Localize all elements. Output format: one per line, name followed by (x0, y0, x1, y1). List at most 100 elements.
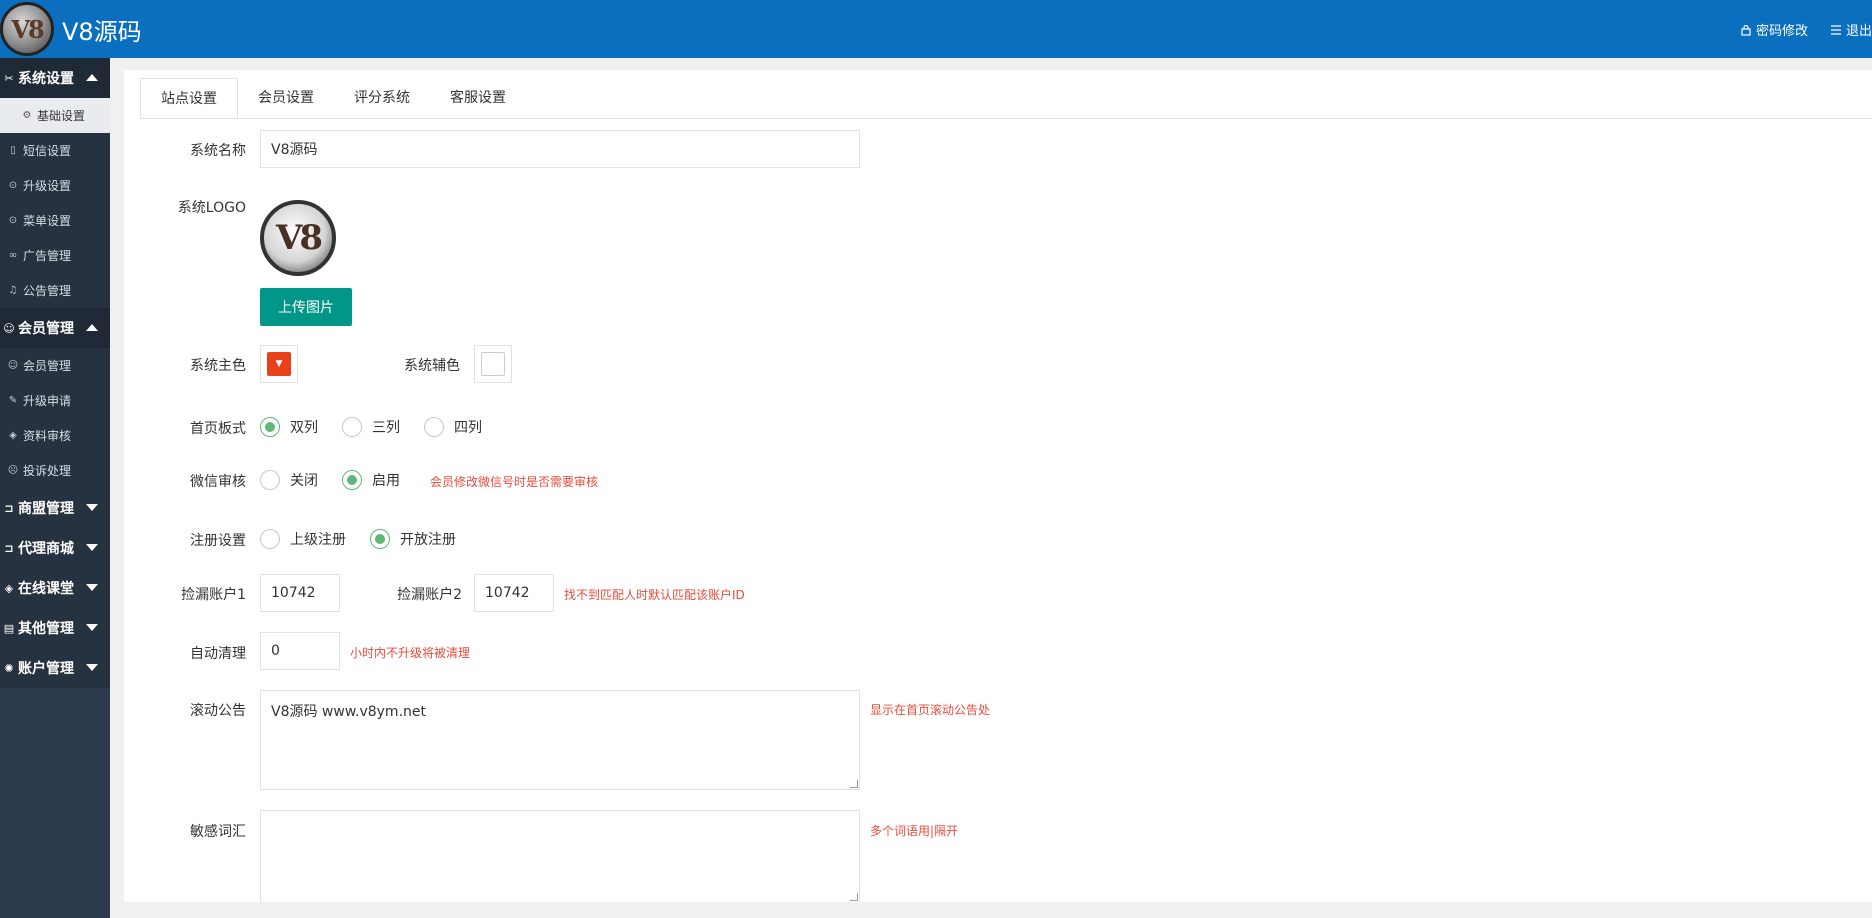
link-icon: ∞ (8, 250, 18, 261)
radio-unchecked (424, 417, 444, 437)
scroll-notice-hint: 显示在首页滚动公告处 (870, 703, 991, 717)
radio-unchecked (260, 529, 280, 549)
sidebar-item-upgrade-settings[interactable]: ⊙ 升级设置 (0, 168, 110, 203)
secondary-color-picker[interactable] (474, 345, 512, 383)
home-layout-radios: 双列 三列 四列 (260, 417, 506, 437)
system-logo-label: 系统LOGO (177, 200, 246, 216)
caret-down-icon (86, 624, 98, 631)
tab-customer-service[interactable]: 客服设置 (430, 78, 526, 119)
system-name-label: 系统名称 (190, 143, 246, 159)
wechat-review-hint: 会员修改微信号时是否需要审核 (430, 475, 599, 489)
cube-icon: ◈ (4, 581, 14, 595)
sidebar-group-other[interactable]: ▤ 其他管理 (0, 608, 110, 648)
sensitive-words-textarea[interactable] (260, 810, 860, 902)
cart-icon: ⊐ (4, 541, 14, 555)
scroll-notice-textarea[interactable]: V8源码 www.v8ym.net (260, 690, 860, 790)
caret-up-icon (86, 74, 98, 81)
shield-icon: ◈ (9, 430, 17, 441)
sidebar-item-notice-management[interactable]: ♫ 公告管理 (0, 273, 110, 308)
menu-icon (1830, 24, 1841, 35)
app-title: V8源码 (62, 18, 142, 46)
tab-divider (140, 118, 1872, 119)
sidebar-item-sms-settings[interactable]: ▯ 短信设置 (0, 133, 110, 168)
app-logo[interactable]: V8 (0, 2, 54, 56)
sidebar-item-profile-review[interactable]: ◈ 资料审核 (0, 418, 110, 453)
sidebar-group-account[interactable]: ✺ 账户管理 (0, 648, 110, 688)
sidebar-group-member-management[interactable]: ☺ 会员管理 (0, 308, 110, 348)
secondary-color-swatch (481, 352, 505, 376)
change-password-link[interactable]: 密码修改 (1740, 20, 1808, 39)
top-header: V8 V8源码 密码修改 退出 (0, 0, 1872, 58)
sensitive-words-label: 敏感词汇 (190, 824, 246, 840)
sidebar-item-members[interactable]: ☺ 会员管理 (0, 348, 110, 383)
radio-checked (260, 417, 280, 437)
resize-handle[interactable] (850, 893, 858, 901)
sidebar-group-system-settings[interactable]: ✂ 系统设置 (0, 58, 110, 98)
sidebar-item-upgrade-requests[interactable]: ✎ 升级申请 (0, 383, 110, 418)
tools-icon: ✂ (4, 71, 14, 85)
sidebar-group-agent-mall[interactable]: ⊐ 代理商城 (0, 528, 110, 568)
register-option-superior[interactable]: 上级注册 (260, 529, 346, 549)
phone-icon: ▯ (10, 145, 16, 156)
leak-account1-input[interactable]: 10742 (260, 574, 340, 612)
leak-account2-label: 捡漏账户2 (397, 587, 462, 603)
header-links: 密码修改 退出 (1740, 20, 1872, 39)
primary-color-swatch: ▼ (267, 352, 291, 376)
caret-up-icon (86, 324, 98, 331)
gear-icon: ✺ (4, 661, 14, 675)
primary-color-picker[interactable]: ▼ (260, 345, 298, 383)
sidebar-group-alliance[interactable]: ⊐ 商盟管理 (0, 488, 110, 528)
register-settings-label: 注册设置 (190, 533, 246, 549)
wechat-review-radios: 关闭 启用 (260, 470, 424, 490)
sidebar-item-basic-settings[interactable]: ⚙ 基础设置 (0, 98, 110, 133)
sidebar: ✂ 系统设置 ⚙ 基础设置 ▯ 短信设置 ⊙ 升级设置 ⊙ 菜单设置 ∞ 广告管理 ♫ 公告… (0, 58, 110, 918)
cart-icon: ⊐ (4, 501, 14, 515)
sidebar-item-complaints[interactable]: ☹ 投诉处理 (0, 453, 110, 488)
system-name-input[interactable]: V8源码 (260, 130, 860, 168)
scroll-notice-label: 滚动公告 (190, 703, 246, 719)
wechat-review-option-off[interactable]: 关闭 (260, 470, 318, 490)
bell-icon: ♫ (8, 285, 18, 296)
upgrade-icon: ⊙ (8, 180, 18, 191)
caret-down-icon (86, 584, 98, 591)
sidebar-item-menu-settings[interactable]: ⊙ 菜单设置 (0, 203, 110, 238)
users-icon: ☺ (3, 321, 15, 335)
tab-rating-system[interactable]: 评分系统 (334, 78, 430, 119)
logout-link[interactable]: 退出 (1830, 20, 1872, 39)
tab-bar: 站点设置 会员设置 评分系统 客服设置 (140, 78, 526, 119)
auto-clean-input[interactable]: 0 (260, 632, 340, 670)
caret-down-icon (86, 504, 98, 511)
settings-panel: 站点设置 会员设置 评分系统 客服设置 系统名称 V8源码 系统LOGO V8 … (124, 70, 1872, 902)
wechat-review-option-on[interactable]: 启用 (342, 470, 400, 490)
radio-checked (342, 470, 362, 490)
tab-member-settings[interactable]: 会员设置 (238, 78, 334, 119)
caret-down-icon (86, 544, 98, 551)
user-icon: ☺ (7, 360, 19, 371)
radio-unchecked (342, 417, 362, 437)
page-bottom-strip (110, 902, 1872, 918)
leak-account1-label: 捡漏账户1 (181, 587, 246, 603)
doc-icon: ▤ (3, 621, 15, 635)
leak-account2-input[interactable]: 10742 (474, 574, 554, 612)
upgrade-icon: ⊙ (8, 215, 18, 226)
register-option-open[interactable]: 开放注册 (370, 529, 456, 549)
gear-icon: ⚙ (22, 110, 32, 121)
caret-down-icon (86, 664, 98, 671)
leak-account-hint: 找不到匹配人时默认匹配该账户ID (564, 588, 745, 602)
tab-site-settings[interactable]: 站点设置 (140, 78, 238, 119)
home-layout-option-3col[interactable]: 三列 (342, 417, 400, 437)
auto-clean-hint: 小时内不升级将被清理 (350, 646, 471, 660)
home-layout-option-4col[interactable]: 四列 (424, 417, 482, 437)
home-layout-label: 首页板式 (190, 421, 246, 437)
primary-color-label: 系统主色 (190, 358, 246, 374)
system-logo-image: V8 (260, 200, 336, 276)
resize-handle[interactable] (850, 780, 858, 788)
sidebar-item-ad-management[interactable]: ∞ 广告管理 (0, 238, 110, 273)
register-settings-radios: 上级注册 开放注册 (260, 529, 480, 549)
sidebar-group-online-class[interactable]: ◈ 在线课堂 (0, 568, 110, 608)
secondary-color-label: 系统辅色 (404, 358, 460, 374)
upload-image-button[interactable]: 上传图片 (260, 288, 352, 326)
wechat-review-label: 微信审核 (190, 474, 246, 490)
face-icon: ☹ (7, 465, 19, 476)
home-layout-option-2col[interactable]: 双列 (260, 417, 318, 437)
